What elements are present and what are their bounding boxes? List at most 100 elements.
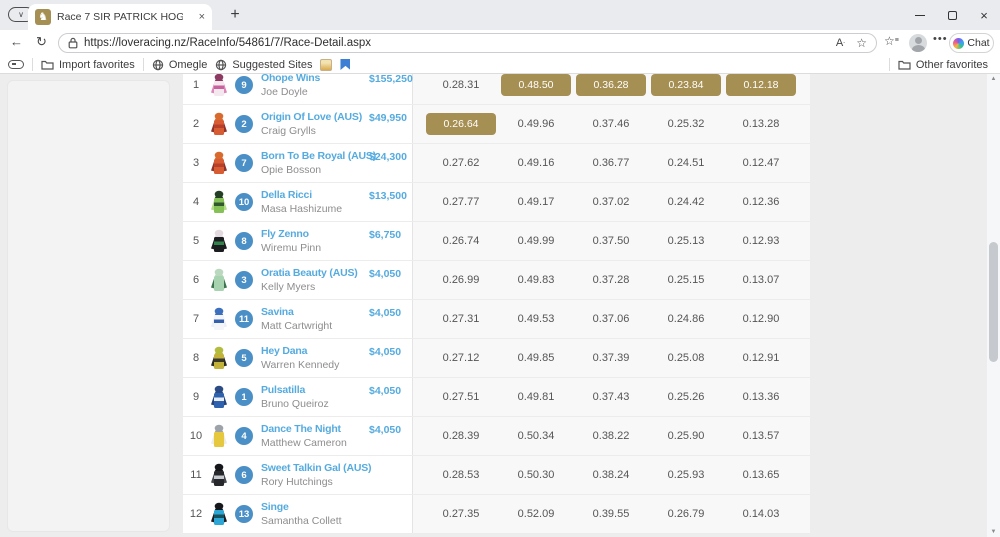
other-favorites-button[interactable]: Other favorites: [898, 59, 988, 71]
favorite-suggested-sites[interactable]: Suggested Sites: [215, 59, 312, 71]
horse-name-link[interactable]: Oratia Beauty (AUS): [261, 267, 363, 280]
scrollbar-thumb[interactable]: [989, 242, 998, 362]
horse-name-link[interactable]: Origin Of Love (AUS): [261, 111, 363, 124]
time-cell: 0.28.31: [426, 74, 496, 96]
favorite-label: Omegle: [169, 59, 208, 71]
silks-accent: [214, 203, 224, 207]
silks-accent: [214, 281, 224, 285]
favorite-omegle[interactable]: Omegle: [152, 59, 208, 71]
jockey-silks-icon: [209, 346, 229, 370]
favorite-import-favorites[interactable]: Import favorites: [41, 59, 135, 71]
horse-name-link[interactable]: Sweet Talkin Gal (AUS): [261, 462, 363, 475]
silks-accent: [214, 398, 224, 402]
horse-number-badge: 3: [235, 271, 253, 289]
horse-name-link[interactable]: Della Ricci: [261, 189, 363, 202]
time-cell: 0.25.90: [651, 425, 721, 447]
back-button[interactable]: ←: [10, 34, 23, 49]
horse-name-link[interactable]: Fly Zenno: [261, 228, 363, 241]
new-tab-button[interactable]: +: [224, 4, 246, 26]
maximize-button[interactable]: [936, 0, 968, 30]
prize-money: $4,050: [369, 346, 401, 358]
horse-name-link[interactable]: Hey Dana: [261, 345, 363, 358]
table-row: 12 13 Singe Samantha Collett 0.27.350.52…: [183, 495, 810, 534]
time-cell: 0.24.86: [651, 308, 721, 330]
horse-number-badge: 8: [235, 232, 253, 250]
table-row: 3 7 Born To Be Royal (AUS) Opie Bosson $…: [183, 144, 810, 183]
globe-icon: [215, 59, 227, 71]
time-cell: 0.49.81: [501, 386, 571, 408]
time-cells: 0.28.310.48.500.36.280.23.840.12.18: [412, 74, 810, 104]
horse-name-link[interactable]: Pulsatilla: [261, 384, 363, 397]
silks-accent: [214, 164, 224, 168]
settings-more-icon[interactable]: •••: [933, 33, 948, 45]
row-horse-section: 11 6 Sweet Talkin Gal (AUS) Rory Hutchin…: [183, 456, 412, 494]
favorites-collections-icon[interactable]: ☆≡: [884, 34, 899, 48]
horse-number-badge: 13: [235, 505, 253, 523]
prize-money: $49,950: [369, 112, 407, 124]
time-cell: 0.27.35: [426, 503, 496, 525]
time-cell: 0.13.28: [726, 113, 796, 135]
horse-name-link[interactable]: Savina: [261, 306, 363, 319]
row-horse-section: 4 10 Della Ricci Masa Hashizume $13,500: [183, 183, 412, 221]
fastest-time-cell: 0.48.50: [501, 74, 571, 96]
tab-title: Race 7 SIR PATRICK HOGAN STAKE: [57, 11, 183, 23]
favorite-site-icon-blue[interactable]: [340, 59, 350, 70]
time-cell: 0.13.36: [726, 386, 796, 408]
tab-close-icon[interactable]: ×: [199, 11, 205, 23]
horse-name-link[interactable]: Born To Be Royal (AUS): [261, 150, 363, 163]
jockey-silks-icon: [209, 74, 229, 97]
row-horse-section: 7 11 Savina Matt Cartwright $4,050: [183, 300, 412, 338]
prize-money: $13,500: [369, 190, 407, 202]
refresh-button[interactable]: ↻: [36, 34, 47, 50]
address-bar[interactable]: https://loveracing.nz/RaceInfo/54861/7/R…: [58, 33, 877, 53]
read-aloud-icon[interactable]: Aˎ: [836, 37, 845, 49]
prize-money: $4,050: [369, 268, 401, 280]
table-row: 11 6 Sweet Talkin Gal (AUS) Rory Hutchin…: [183, 456, 810, 495]
sidebar-pill-icon[interactable]: [8, 60, 24, 69]
active-tab[interactable]: ♞ Race 7 SIR PATRICK HOGAN STAKE ×: [28, 4, 212, 30]
copilot-chat-button[interactable]: Chat: [949, 33, 994, 53]
silks-cap-brim: [215, 470, 223, 471]
time-cell: 0.49.53: [501, 308, 571, 330]
row-horse-section: 3 7 Born To Be Royal (AUS) Opie Bosson $…: [183, 144, 412, 182]
vertical-scrollbar[interactable]: ▲ ▼: [987, 74, 1000, 537]
horse-number-badge: 1: [235, 388, 253, 406]
position-label: 12: [183, 508, 209, 520]
maximize-icon: [948, 11, 957, 20]
horse-name-link[interactable]: Dance The Night: [261, 423, 363, 436]
profile-avatar[interactable]: [909, 34, 927, 52]
add-favorite-star-icon[interactable]: ☆: [856, 36, 867, 50]
close-button[interactable]: ×: [968, 0, 1000, 30]
silks-cap: [215, 269, 224, 276]
scroll-up-arrow-icon[interactable]: ▲: [987, 76, 1000, 82]
time-cell: 0.27.62: [426, 152, 496, 174]
horse-name-link[interactable]: Singe: [261, 501, 363, 514]
horse-number-badge: 2: [235, 115, 253, 133]
horse-jockey-names: Dance The Night Matthew Cameron: [261, 423, 363, 449]
prize-money: $24,300: [369, 151, 407, 163]
jockey-silks-icon: [209, 502, 229, 526]
row-horse-section: 5 8 Fly Zenno Wiremu Pinn $6,750: [183, 222, 412, 260]
scroll-down-arrow-icon[interactable]: ▼: [987, 529, 1000, 535]
time-cell: 0.25.26: [651, 386, 721, 408]
jockey-silks-icon: [209, 151, 229, 175]
horse-name-link[interactable]: Ohope Wins: [261, 74, 363, 85]
minimize-button[interactable]: [904, 0, 936, 30]
site-favicon-horse-icon: ♞: [35, 9, 51, 25]
time-cell: 0.26.99: [426, 269, 496, 291]
time-cell: 0.37.28: [576, 269, 646, 291]
folder-icon: [41, 59, 54, 70]
position-label: 1: [183, 79, 209, 91]
prize-money: $4,050: [369, 385, 401, 397]
row-horse-section: 10 4 Dance The Night Matthew Cameron $4,…: [183, 417, 412, 455]
horse-jockey-names: Origin Of Love (AUS) Craig Grylls: [261, 111, 363, 137]
favorite-site-icon-yellow[interactable]: [320, 59, 332, 71]
jockey-name: Masa Hashizume: [261, 203, 342, 215]
time-cell: 0.50.34: [501, 425, 571, 447]
tab-strip: ∨ ♞ Race 7 SIR PATRICK HOGAN STAKE × + ×: [0, 0, 1000, 30]
table-row: 10 4 Dance The Night Matthew Cameron $4,…: [183, 417, 810, 456]
table-row: 2 2 Origin Of Love (AUS) Craig Grylls $4…: [183, 105, 810, 144]
jockey-name: Warren Kennedy: [261, 359, 339, 371]
silks-accent: [214, 515, 224, 519]
separator: [32, 58, 33, 71]
